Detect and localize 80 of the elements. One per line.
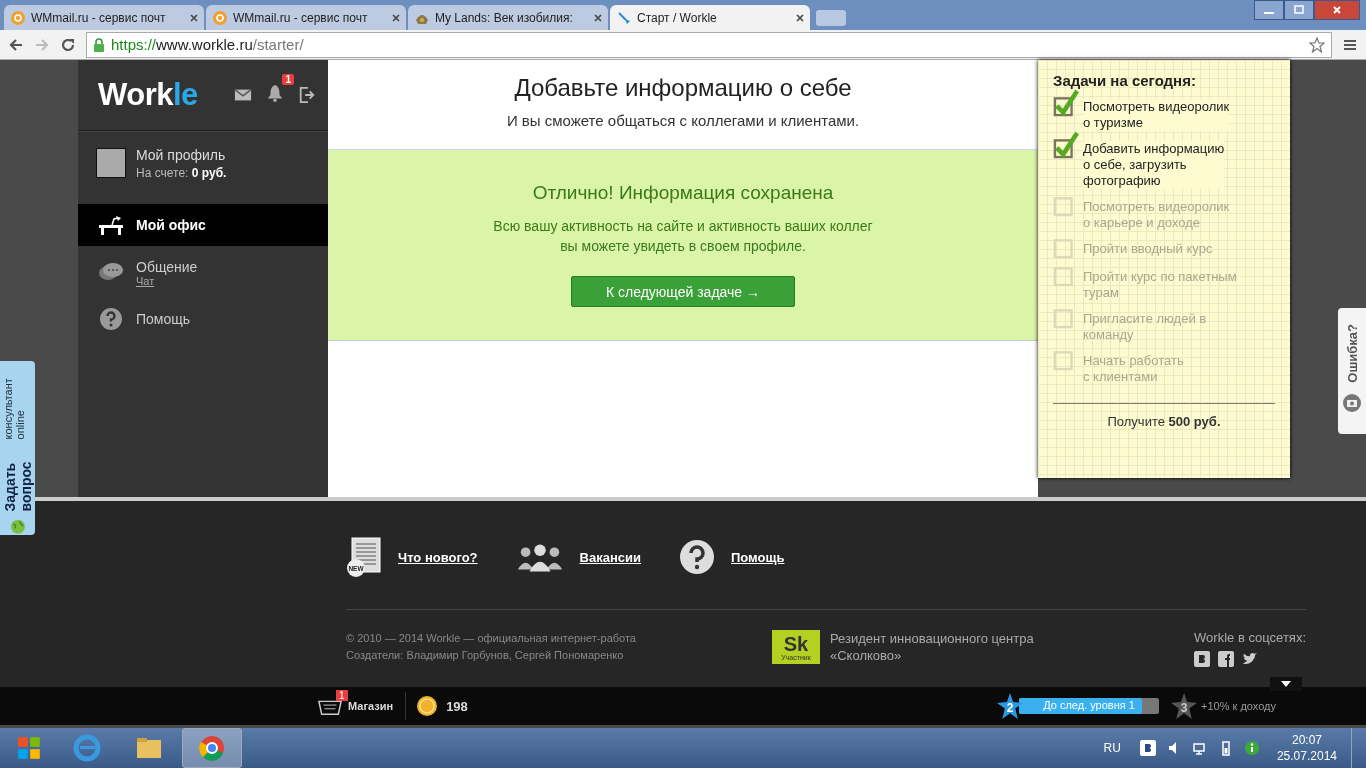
minimize-icon xyxy=(1264,11,1274,15)
bell-icon[interactable] xyxy=(266,84,284,102)
shop-link[interactable]: 1 Магазин xyxy=(318,692,407,720)
footer-link[interactable]: Помощь xyxy=(731,549,785,565)
info-icon[interactable] xyxy=(1243,740,1260,756)
coin-count: 198 xyxy=(446,698,468,714)
browser-tab[interactable]: WMmail.ru - сервис почт xyxy=(4,5,204,30)
network-icon[interactable] xyxy=(1191,740,1208,756)
close-icon[interactable] xyxy=(796,13,804,22)
logout-icon[interactable] xyxy=(298,86,316,104)
skolkovo-text: Резидент инновационного центра «Сколково» xyxy=(830,630,1034,665)
success-title: Отлично! Информация сохранена xyxy=(531,182,835,204)
level-star-badge: 3 xyxy=(1171,693,1198,719)
back-icon[interactable] xyxy=(8,36,24,53)
ask-question-widget[interactable]: Задать вопрос консультант online xyxy=(0,361,35,535)
star-icon[interactable] xyxy=(1309,36,1325,53)
sidebar-item[interactable]: Общение Чат xyxy=(78,252,328,294)
maximize-button[interactable] xyxy=(1284,0,1314,20)
progress-label: До след. уровня 1 xyxy=(1042,699,1136,711)
avatar-image[interactable] xyxy=(96,148,126,178)
close-icon[interactable] xyxy=(392,13,400,22)
reward-text: Получите 500 руб. xyxy=(1106,414,1222,429)
lock-icon xyxy=(93,37,105,52)
notification-badge: 1 xyxy=(282,74,294,85)
vk-icon[interactable] xyxy=(1194,651,1211,667)
task-label: Начать работать с клиентами xyxy=(1083,353,1184,385)
vk-icon[interactable] xyxy=(1139,740,1156,756)
shovel-icon xyxy=(616,9,632,26)
task-label: Пройти вводный курс xyxy=(1083,241,1213,257)
cart-count-badge: 1 xyxy=(336,690,348,701)
maximize-icon xyxy=(1293,4,1305,16)
browser-tab[interactable]: My Lands: Век изобилия: xyxy=(408,5,608,30)
clock[interactable]: 20:07 25.07.2014 xyxy=(1276,732,1337,764)
balance-value: 0 руб. xyxy=(191,165,227,180)
checkbox[interactable] xyxy=(1053,131,1079,159)
close-button[interactable] xyxy=(1314,0,1360,20)
tasks-title: Задачи на сегодня: xyxy=(1053,72,1197,89)
help-icon xyxy=(98,307,124,331)
workle-logo[interactable]: Workle xyxy=(98,77,220,113)
next-level-bonus: +10% к доходу xyxy=(1201,700,1276,712)
at-sign-icon xyxy=(10,9,26,26)
desk-lamp-icon xyxy=(98,213,124,237)
social-title: Workle в соцсетях: xyxy=(1194,630,1306,645)
close-icon[interactable] xyxy=(594,13,602,22)
twitter-icon[interactable] xyxy=(1242,651,1259,667)
profile-link[interactable]: Мой профиль xyxy=(136,146,227,163)
chat-link[interactable]: Чат xyxy=(136,275,198,287)
facebook-icon[interactable] xyxy=(1218,651,1235,667)
close-icon xyxy=(1331,4,1343,16)
report-error-widget[interactable]: Ошибка? xyxy=(1338,308,1366,434)
language-indicator[interactable]: RU xyxy=(1103,741,1121,755)
minimize-button[interactable] xyxy=(1254,0,1284,20)
close-icon[interactable] xyxy=(190,13,198,22)
copyright-text: © 2010 — 2014 Workle — официальная интернет-работа Создатели: Владимир Горбунов, Сергей Пономаренко xyxy=(346,631,637,663)
page-subtitle: И вы сможете общаться с коллегами и клиентами. xyxy=(505,112,861,129)
address-field[interactable]: https://www.workle.ru/starter/ xyxy=(86,31,1332,58)
start-icon xyxy=(17,736,41,760)
at-sign-icon xyxy=(212,9,228,26)
task-label: Пройти курс по пакетным турам xyxy=(1083,269,1237,301)
task-label: Посмотреть видеоролик о карьере и доходе xyxy=(1083,199,1230,231)
balance-label: На счете: xyxy=(136,165,189,180)
sidebar-item[interactable]: Мой офис xyxy=(78,204,328,246)
task-label: Пригласите людей в команду xyxy=(1083,311,1207,343)
task-label: Посмотреть видеоролик о туризме xyxy=(1083,99,1230,131)
chrome-icon[interactable] xyxy=(182,728,242,768)
checkbox[interactable] xyxy=(1053,89,1079,117)
camera-icon xyxy=(1342,392,1362,413)
help-icon xyxy=(679,537,715,577)
page-title: Добавьте информацию о себе xyxy=(513,74,853,102)
level-star-badge: 2 xyxy=(997,693,1024,719)
success-message: Всю вашу активность на сайте и активность ваших коллег вы можете увидеть в своем профиле. xyxy=(492,217,874,256)
browser-tab[interactable]: WMmail.ru - сервис почт xyxy=(206,5,406,30)
footer-link[interactable]: Что нового? xyxy=(398,549,478,565)
task-label: Добавить информацию о себе, загрузить фотографию xyxy=(1083,141,1225,189)
coin-icon xyxy=(416,695,439,717)
reload-icon[interactable] xyxy=(60,36,76,53)
footer-link[interactable]: Вакансии xyxy=(579,549,641,565)
browser-tab[interactable]: Старт / Workle xyxy=(610,5,810,30)
sidebar-item[interactable]: Помощь xyxy=(78,298,328,340)
scroll-down-button[interactable] xyxy=(1270,677,1302,691)
